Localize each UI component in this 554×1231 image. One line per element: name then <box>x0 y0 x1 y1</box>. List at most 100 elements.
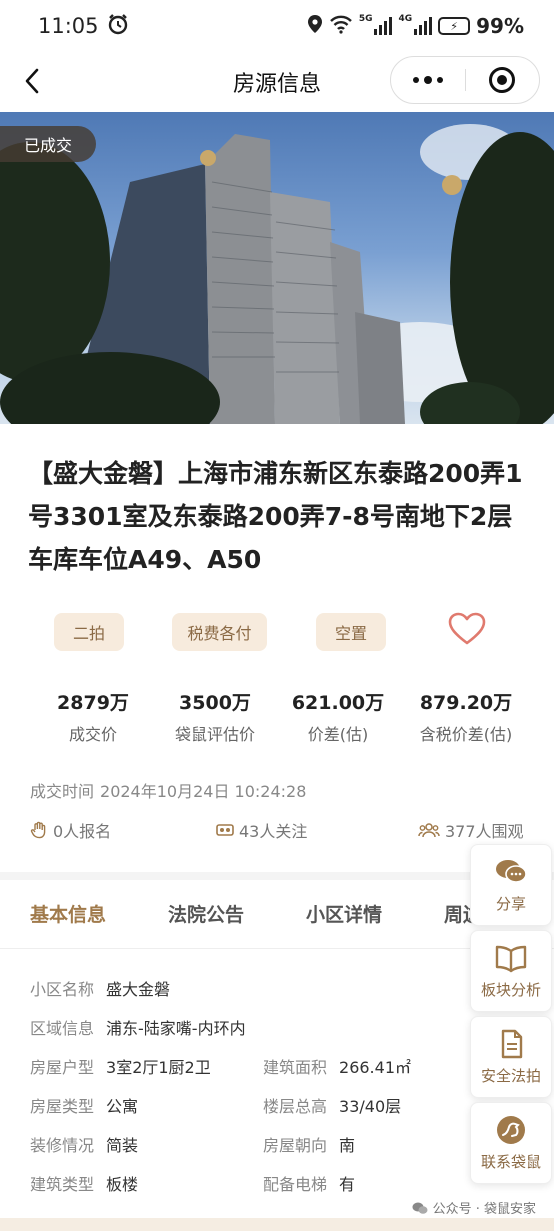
signal-4g-icon <box>414 17 433 35</box>
contact-label: 联系袋鼠 <box>480 1152 541 1171</box>
share-button[interactable]: 分享 <box>470 844 552 926</box>
stat-value: 2879万 <box>57 692 129 714</box>
info-value: 盛大金磐 <box>106 980 171 999</box>
info-key: 区域信息 <box>30 1019 95 1038</box>
net-4g-label: 4G <box>398 13 413 24</box>
info-cell: 配备电梯有 <box>263 1171 355 1195</box>
tab-community[interactable]: 小区详情 <box>306 900 382 927</box>
info-key: 装修情况 <box>30 1136 95 1155</box>
info-key: 建筑面积 <box>263 1058 328 1077</box>
info-key: 建筑类型 <box>30 1175 95 1194</box>
info-cell: 装修情况 简装 <box>30 1132 138 1156</box>
miniprogram-capsule <box>390 56 540 104</box>
stat-label: 含税价差(估) <box>419 725 513 744</box>
document-icon <box>501 1029 523 1058</box>
hand-icon <box>30 821 46 839</box>
target-icon <box>489 67 516 93</box>
legal-auction-label: 安全法拍 <box>480 1066 541 1085</box>
share-label: 分享 <box>495 894 526 913</box>
battery-icon: ⚡ <box>438 17 471 35</box>
info-value: 公寓 <box>106 1097 139 1116</box>
info-cell: 建筑面积 266.41㎡ <box>263 1054 411 1078</box>
property-title: 【盛大金磐】上海市浦东新区东泰路200弄1号3301室及东泰路200弄7-8号南… <box>28 459 523 574</box>
signup-count: 0人报名 <box>30 818 111 842</box>
stat-deal-price: 2879万 成交价 <box>48 688 138 745</box>
wifi-icon <box>329 14 353 39</box>
info-key: 楼层总高 <box>263 1097 328 1116</box>
info-value: 浦东-陆家嘴-内环内 <box>106 1019 246 1038</box>
info-row: 小区名称 盛大金磐 <box>30 976 460 1000</box>
info-value: 南 <box>339 1136 356 1155</box>
stat-label: 袋鼠评估价 <box>174 725 255 744</box>
nav-bar: 房源信息 <box>0 52 554 110</box>
info-row: 区域信息 浦东-陆家嘴-内环内 <box>30 1015 460 1039</box>
chat-bubble-icon <box>496 859 527 883</box>
net-5g-label: 5G <box>358 13 373 24</box>
status-bar: 11:05 5G 4G ⚡ 99% <box>0 0 554 52</box>
tab-court-notice[interactable]: 法院公告 <box>168 900 244 927</box>
info-key: 配备电梯 <box>263 1175 328 1194</box>
signup-count-text: 0人报名 <box>53 822 112 841</box>
deal-time-label: 成交时间 <box>30 782 95 801</box>
block-analysis-button[interactable]: 板块分析 <box>470 930 552 1012</box>
info-row: 建筑类型 板楼 配备电梯有 <box>30 1171 460 1195</box>
heart-icon <box>448 612 486 645</box>
info-row: 房屋类型 公寓 楼层总高 33/40层 <box>30 1093 460 1117</box>
block-analysis-label: 板块分析 <box>480 980 541 999</box>
info-value: 有 <box>339 1175 356 1194</box>
tab-basic-info[interactable]: 基本信息 <box>30 900 106 927</box>
tag-auction-round: 二拍 <box>54 613 124 651</box>
stat-taxed-gap: 879.20万 含税价差(估) <box>408 688 524 745</box>
deal-time: 成交时间 2024年10月24日 10:24:28 <box>30 778 306 802</box>
signal-5g-icon <box>374 17 393 35</box>
legal-auction-button[interactable]: 安全法拍 <box>470 1016 552 1098</box>
favorite-button[interactable] <box>448 612 486 646</box>
alarm-icon <box>107 13 129 40</box>
status-badge: 已成交 <box>0 126 96 162</box>
follow-count: 43人关注 <box>216 818 307 842</box>
info-key: 房屋朝向 <box>263 1136 328 1155</box>
viewer-count: 377人围观 <box>418 818 524 842</box>
info-row: 装修情况 简装 房屋朝向南 <box>30 1132 460 1156</box>
close-miniprogram-button[interactable] <box>466 57 540 103</box>
info-cell: 小区名称 盛大金磐 <box>30 976 170 1000</box>
info-cell: 房屋户型 3室2厅1厨2卫 <box>30 1054 211 1078</box>
info-value: 266.41㎡ <box>339 1058 412 1077</box>
info-cell: 房屋类型 公寓 <box>30 1093 138 1117</box>
contact-button[interactable]: 联系袋鼠 <box>470 1102 552 1184</box>
info-value: 33/40层 <box>339 1097 402 1116</box>
vr-glasses-icon <box>216 824 234 836</box>
battery-percent: 99% <box>476 14 524 38</box>
info-value: 3室2厅1厨2卫 <box>106 1058 211 1077</box>
info-key: 房屋户型 <box>30 1058 95 1077</box>
stat-appraisal: 3500万 袋鼠评估价 <box>165 688 265 745</box>
people-icon <box>418 823 440 838</box>
status-time: 11:05 <box>38 14 99 38</box>
watermark: 公众号 · 袋鼠安家 <box>412 1198 536 1217</box>
property-photo[interactable]: 已成交 <box>0 112 554 424</box>
kangaroo-logo-icon <box>497 1115 525 1144</box>
more-menu-button[interactable] <box>391 57 465 103</box>
info-cell: 楼层总高 33/40层 <box>263 1093 401 1117</box>
book-icon <box>495 945 527 972</box>
bottom-action-bar <box>0 1218 554 1231</box>
tag-vacancy: 空置 <box>316 613 386 651</box>
info-key: 小区名称 <box>30 980 95 999</box>
info-row: 房屋户型 3室2厅1厨2卫 建筑面积 266.41㎡ <box>30 1054 460 1078</box>
info-value: 简装 <box>106 1136 139 1155</box>
tag-tax: 税费各付 <box>172 613 267 651</box>
stat-label: 价差(估) <box>307 725 369 744</box>
deal-time-value: 2024年10月24日 10:24:28 <box>100 782 307 801</box>
location-icon <box>307 14 323 39</box>
info-key: 房屋类型 <box>30 1097 95 1116</box>
stat-value: 621.00万 <box>291 692 385 714</box>
viewer-count-text: 377人围观 <box>445 822 524 841</box>
info-cell: 房屋朝向南 <box>263 1132 355 1156</box>
info-cell: 区域信息 浦东-陆家嘴-内环内 <box>30 1015 246 1039</box>
stat-price-gap: 621.00万 价差(估) <box>288 688 388 745</box>
stat-value: 879.20万 <box>419 692 513 714</box>
stat-value: 3500万 <box>179 692 251 714</box>
follow-count-text: 43人关注 <box>239 822 308 841</box>
watermark-text: 公众号 · 袋鼠安家 <box>432 1202 536 1217</box>
info-value: 板楼 <box>106 1175 139 1194</box>
